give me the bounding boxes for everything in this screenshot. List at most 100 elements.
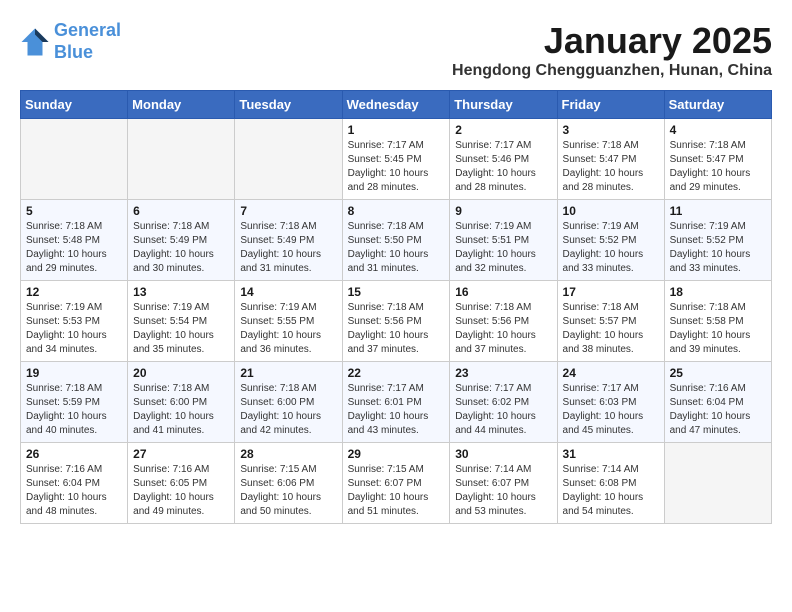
calendar-day-cell: 22Sunrise: 7:17 AMSunset: 6:01 PMDayligh…	[342, 362, 450, 443]
day-info: Sunrise: 7:19 AMSunset: 5:55 PMDaylight:…	[240, 301, 336, 357]
day-number: 10	[563, 204, 659, 218]
day-number: 17	[563, 285, 659, 299]
day-info: Sunrise: 7:18 AMSunset: 6:00 PMDaylight:…	[240, 382, 336, 438]
calendar-day-cell: 7 Sunrise: 7:18 AMSunset: 5:49 PMDaylight…	[235, 200, 342, 281]
calendar-day-cell: 27 Sunrise: 7:16 AMSunset: 6:05 PMDayligh…	[128, 443, 235, 524]
day-number: 19	[26, 366, 122, 380]
calendar-table: SundayMondayTuesdayWednesdayThursdayFrid…	[20, 90, 772, 524]
day-info: Sunrise: 7:14 AMSunset: 6:08 PMDaylight:…	[563, 463, 659, 519]
day-info: Sunrise: 7:18 AMSunset: 5:49 PMDaylight:…	[133, 220, 229, 276]
day-info: Sunrise: 7:18 AMSunset: 5:47 PMDaylight:…	[670, 139, 766, 195]
day-info: Sunrise: 7:18 AMSunset: 5:48 PMDaylight:…	[26, 220, 122, 276]
month-title: January 2025	[452, 20, 772, 62]
day-info: Sunrise: 7:17 AMSunset: 5:46 PMDaylight:…	[455, 139, 551, 195]
day-info: Sunrise: 7:16 AMSunset: 6:05 PMDaylight:…	[133, 463, 229, 519]
day-number: 4	[670, 123, 766, 137]
calendar-day-cell: 19 Sunrise: 7:18 AMSunset: 5:59 PMDayligh…	[21, 362, 128, 443]
weekday-header-cell: Wednesday	[342, 91, 450, 119]
day-info: Sunrise: 7:19 AMSunset: 5:54 PMDaylight:…	[133, 301, 229, 357]
day-info: Sunrise: 7:17 AMSunset: 6:03 PMDaylight:…	[563, 382, 659, 438]
calendar-day-cell	[21, 119, 128, 200]
calendar-day-cell: 29Sunrise: 7:15 AMSunset: 6:07 PMDayligh…	[342, 443, 450, 524]
day-info: Sunrise: 7:18 AMSunset: 5:58 PMDaylight:…	[670, 301, 766, 357]
day-number: 23	[455, 366, 551, 380]
day-info: Sunrise: 7:14 AMSunset: 6:07 PMDaylight:…	[455, 463, 551, 519]
calendar-day-cell: 26 Sunrise: 7:16 AMSunset: 6:04 PMDayligh…	[21, 443, 128, 524]
day-number: 15	[348, 285, 445, 299]
day-info: Sunrise: 7:18 AMSunset: 5:57 PMDaylight:…	[563, 301, 659, 357]
day-number: 7	[240, 204, 336, 218]
day-number: 14	[240, 285, 336, 299]
day-number: 1	[348, 123, 445, 137]
day-number: 18	[670, 285, 766, 299]
day-number: 30	[455, 447, 551, 461]
calendar-day-cell: 23Sunrise: 7:17 AMSunset: 6:02 PMDayligh…	[450, 362, 557, 443]
day-number: 11	[670, 204, 766, 218]
day-number: 6	[133, 204, 229, 218]
calendar-day-cell: 24 Sunrise: 7:17 AMSunset: 6:03 PMDayligh…	[557, 362, 664, 443]
calendar-body: 1 Sunrise: 7:17 AMSunset: 5:45 PMDaylight…	[21, 119, 772, 524]
day-info: Sunrise: 7:18 AMSunset: 5:47 PMDaylight:…	[563, 139, 659, 195]
day-number: 2	[455, 123, 551, 137]
calendar-day-cell: 30 Sunrise: 7:14 AMSunset: 6:07 PMDayligh…	[450, 443, 557, 524]
day-number: 3	[563, 123, 659, 137]
weekday-header-cell: Monday	[128, 91, 235, 119]
day-info: Sunrise: 7:17 AMSunset: 5:45 PMDaylight:…	[348, 139, 445, 195]
calendar-week-row: 1 Sunrise: 7:17 AMSunset: 5:45 PMDaylight…	[21, 119, 772, 200]
day-number: 24	[563, 366, 659, 380]
weekday-header-cell: Saturday	[664, 91, 771, 119]
calendar-day-cell: 8 Sunrise: 7:18 AMSunset: 5:50 PMDaylight…	[342, 200, 450, 281]
day-number: 21	[240, 366, 336, 380]
weekday-header-cell: Friday	[557, 91, 664, 119]
calendar-day-cell: 12 Sunrise: 7:19 AMSunset: 5:53 PMDayligh…	[21, 281, 128, 362]
calendar-day-cell: 25Sunrise: 7:16 AMSunset: 6:04 PMDayligh…	[664, 362, 771, 443]
calendar-day-cell: 9 Sunrise: 7:19 AMSunset: 5:51 PMDaylight…	[450, 200, 557, 281]
day-number: 5	[26, 204, 122, 218]
calendar-day-cell: 1 Sunrise: 7:17 AMSunset: 5:45 PMDaylight…	[342, 119, 450, 200]
day-info: Sunrise: 7:15 AMSunset: 6:06 PMDaylight:…	[240, 463, 336, 519]
day-info: Sunrise: 7:19 AMSunset: 5:51 PMDaylight:…	[455, 220, 551, 276]
calendar-day-cell: 15 Sunrise: 7:18 AMSunset: 5:56 PMDayligh…	[342, 281, 450, 362]
day-info: Sunrise: 7:16 AMSunset: 6:04 PMDaylight:…	[26, 463, 122, 519]
day-number: 26	[26, 447, 122, 461]
day-info: Sunrise: 7:18 AMSunset: 5:50 PMDaylight:…	[348, 220, 445, 276]
day-number: 13	[133, 285, 229, 299]
logo-icon	[20, 27, 50, 57]
day-info: Sunrise: 7:15 AMSunset: 6:07 PMDaylight:…	[348, 463, 445, 519]
day-info: Sunrise: 7:16 AMSunset: 6:04 PMDaylight:…	[670, 382, 766, 438]
weekday-header-cell: Tuesday	[235, 91, 342, 119]
calendar-day-cell: 4 Sunrise: 7:18 AMSunset: 5:47 PMDaylight…	[664, 119, 771, 200]
day-number: 12	[26, 285, 122, 299]
calendar-week-row: 12 Sunrise: 7:19 AMSunset: 5:53 PMDayligh…	[21, 281, 772, 362]
day-number: 31	[563, 447, 659, 461]
calendar-day-cell: 13 Sunrise: 7:19 AMSunset: 5:54 PMDayligh…	[128, 281, 235, 362]
calendar-day-cell: 18 Sunrise: 7:18 AMSunset: 5:58 PMDayligh…	[664, 281, 771, 362]
day-info: Sunrise: 7:18 AMSunset: 5:59 PMDaylight:…	[26, 382, 122, 438]
calendar-day-cell: 2 Sunrise: 7:17 AMSunset: 5:46 PMDaylight…	[450, 119, 557, 200]
day-number: 8	[348, 204, 445, 218]
calendar-day-cell: 6 Sunrise: 7:18 AMSunset: 5:49 PMDaylight…	[128, 200, 235, 281]
day-info: Sunrise: 7:18 AMSunset: 5:56 PMDaylight:…	[348, 301, 445, 357]
day-number: 28	[240, 447, 336, 461]
calendar-day-cell: 14 Sunrise: 7:19 AMSunset: 5:55 PMDayligh…	[235, 281, 342, 362]
day-info: Sunrise: 7:19 AMSunset: 5:52 PMDaylight:…	[670, 220, 766, 276]
weekday-header-cell: Sunday	[21, 91, 128, 119]
calendar-day-cell: 28 Sunrise: 7:15 AMSunset: 6:06 PMDayligh…	[235, 443, 342, 524]
calendar-day-cell: 11 Sunrise: 7:19 AMSunset: 5:52 PMDayligh…	[664, 200, 771, 281]
day-info: Sunrise: 7:17 AMSunset: 6:01 PMDaylight:…	[348, 382, 445, 438]
calendar-week-row: 19 Sunrise: 7:18 AMSunset: 5:59 PMDayligh…	[21, 362, 772, 443]
day-info: Sunrise: 7:19 AMSunset: 5:52 PMDaylight:…	[563, 220, 659, 276]
location: Hengdong Chengguanzhen, Hunan, China	[452, 62, 772, 80]
day-number: 27	[133, 447, 229, 461]
calendar-day-cell: 21 Sunrise: 7:18 AMSunset: 6:00 PMDayligh…	[235, 362, 342, 443]
calendar-day-cell	[235, 119, 342, 200]
day-info: Sunrise: 7:19 AMSunset: 5:53 PMDaylight:…	[26, 301, 122, 357]
calendar-day-cell: 5 Sunrise: 7:18 AMSunset: 5:48 PMDaylight…	[21, 200, 128, 281]
calendar-day-cell: 31 Sunrise: 7:14 AMSunset: 6:08 PMDayligh…	[557, 443, 664, 524]
day-number: 20	[133, 366, 229, 380]
calendar-week-row: 5 Sunrise: 7:18 AMSunset: 5:48 PMDaylight…	[21, 200, 772, 281]
day-info: Sunrise: 7:18 AMSunset: 5:49 PMDaylight:…	[240, 220, 336, 276]
day-number: 9	[455, 204, 551, 218]
logo-text: General Blue	[54, 20, 121, 63]
day-info: Sunrise: 7:18 AMSunset: 6:00 PMDaylight:…	[133, 382, 229, 438]
